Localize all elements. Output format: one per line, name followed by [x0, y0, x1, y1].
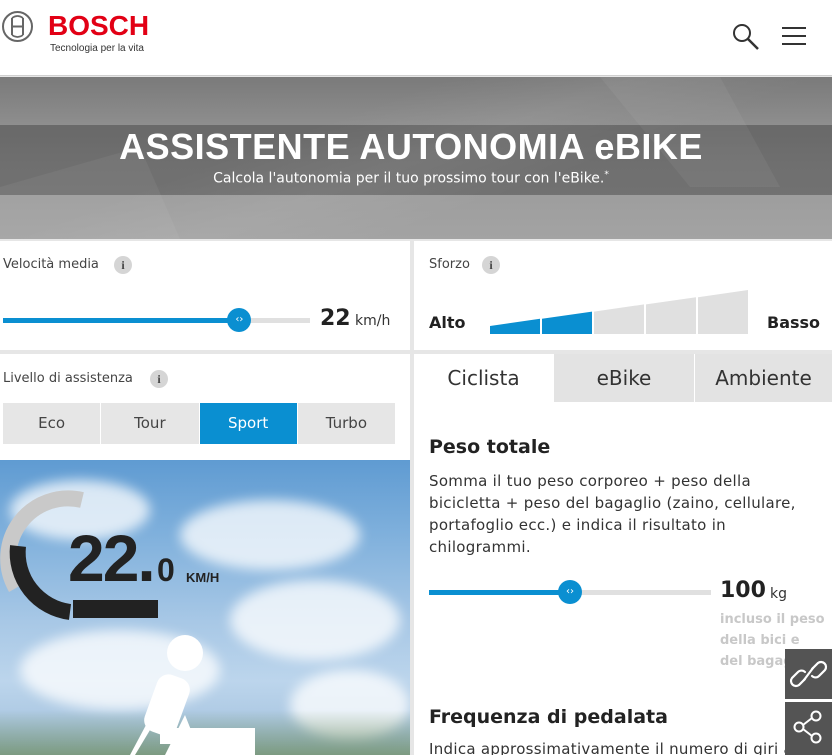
assistance-sport-button[interactable]: Sport	[199, 403, 298, 444]
menu-icon[interactable]	[782, 27, 806, 47]
display-speed-decimal: 0	[157, 552, 175, 588]
assistance-tour-button[interactable]: Tour	[101, 403, 200, 444]
speed-unit: km/h	[355, 313, 391, 329]
weight-slider-fill	[429, 590, 570, 595]
effort-level-4[interactable]	[646, 297, 696, 334]
speed-label: Velocità media	[3, 257, 99, 272]
speed-value: 22	[320, 306, 351, 331]
weight-unit: kg	[770, 586, 787, 602]
speed-slider-fill	[3, 318, 240, 323]
assistance-label: Livello di assistenza	[3, 371, 133, 386]
tab-ambiente[interactable]: Ambiente	[694, 354, 832, 402]
weight-value: 100	[720, 578, 766, 603]
effort-high-label: Alto	[429, 313, 466, 332]
bosch-logo-icon[interactable]	[2, 11, 33, 42]
footnote-mark: *	[604, 170, 609, 180]
cadence-title: Frequenza di pedalata	[429, 706, 668, 728]
assistance-info-icon[interactable]: i	[150, 370, 168, 388]
assistance-eco-button[interactable]: Eco	[3, 403, 102, 444]
search-icon[interactable]	[731, 22, 761, 52]
display-speed-integer: 22.	[68, 521, 156, 595]
site-header: BOSCH Tecnologia per la vita	[0, 0, 832, 76]
display-speed-unit: KM/H	[186, 570, 220, 585]
weight-description: Somma il tuo peso corporeo + peso della …	[429, 472, 796, 556]
ebike-display-image	[0, 460, 410, 755]
link-icon[interactable]	[785, 649, 832, 699]
speed-info-icon[interactable]: i	[114, 256, 132, 274]
weight-title: Peso totale	[429, 436, 551, 458]
effort-info-icon[interactable]: i	[482, 256, 500, 274]
brand-wordmark[interactable]: BOSCH	[48, 10, 149, 42]
brand-tagline: Tecnologia per la vita	[50, 43, 144, 54]
effort-level-3[interactable]	[594, 304, 644, 334]
hero-subtitle: Calcola l'autonomia per il tuo prossimo …	[213, 170, 609, 187]
effort-label: Sforzo	[429, 257, 470, 272]
assistance-segmented-control: Eco Tour Sport Turbo	[3, 403, 395, 444]
category-tabs: Ciclista eBike Ambiente	[414, 354, 832, 402]
effort-low-label: Basso	[767, 313, 821, 332]
effort-selector[interactable]	[488, 288, 748, 338]
tab-ebike[interactable]: eBike	[553, 354, 694, 402]
assistance-turbo-button[interactable]: Turbo	[297, 403, 395, 444]
effort-level-2[interactable]	[542, 311, 592, 334]
tab-ciclista[interactable]: Ciclista	[414, 354, 553, 402]
share-icon[interactable]	[785, 702, 832, 755]
hero-title: ASSISTENTE AUTONOMIA eBIKE	[119, 126, 703, 167]
weight-slider-handle[interactable]: ‹›	[558, 580, 582, 604]
effort-level-1[interactable]	[490, 318, 540, 334]
cadence-description: Indica approssimativamente il numero di …	[429, 740, 798, 755]
effort-level-5[interactable]	[698, 290, 748, 334]
speed-slider-track[interactable]	[3, 318, 310, 323]
